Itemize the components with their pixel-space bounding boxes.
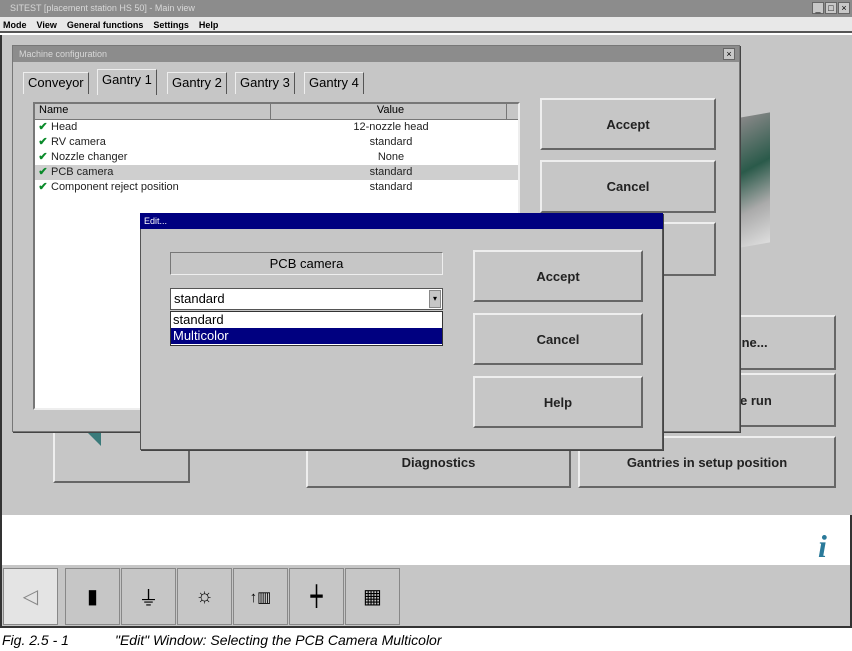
check-icon: ✔ — [38, 181, 48, 193]
minimize-button[interactable]: _ — [812, 2, 824, 14]
config-close-button[interactable]: × — [723, 48, 735, 60]
edit-accept-button[interactable]: Accept — [473, 250, 643, 302]
list-row-selected[interactable]: ✔ PCB camera standard — [35, 165, 518, 180]
check-icon: ✔ — [38, 136, 48, 148]
crosshair-icon[interactable]: ┿ — [289, 568, 344, 625]
list-header: Name Value — [35, 104, 518, 120]
nozzle-icon[interactable]: ⏚ — [121, 568, 176, 625]
check-icon: ✔ — [38, 166, 48, 178]
option-multicolor[interactable]: Multicolor — [171, 328, 442, 344]
column-name[interactable]: Name — [35, 104, 271, 119]
tab-gantry-1[interactable]: Gantry 1 — [97, 69, 157, 95]
list-row[interactable]: ✔ Component reject position standard — [35, 180, 518, 195]
edit-field-label: PCB camera — [170, 252, 443, 275]
figure-caption: "Edit" Window: Selecting the PCB Camera … — [115, 632, 442, 648]
window-title: SITEST [placement station HS 50] - Main … — [0, 0, 852, 17]
list-row[interactable]: ✔ Nozzle changer None — [35, 150, 518, 165]
combo-value: standard — [174, 291, 225, 306]
pcb-camera-combo[interactable]: standard ▾ — [170, 288, 443, 310]
dropdown-arrow-icon[interactable]: ▾ — [429, 290, 441, 308]
grid-icon[interactable]: ▦ — [345, 568, 400, 625]
check-icon: ✔ — [38, 151, 48, 163]
feeder-up-icon[interactable]: ↑▥ — [233, 568, 288, 625]
info-icon[interactable]: i — [818, 528, 844, 564]
edit-dialog-title: Edit... — [140, 213, 663, 229]
edit-cancel-button[interactable]: Cancel — [473, 313, 643, 365]
list-row[interactable]: ✔ RV camera standard — [35, 135, 518, 150]
sun-icon[interactable]: ☼ — [177, 568, 232, 625]
tab-gantry-3[interactable]: Gantry 3 — [235, 72, 295, 94]
config-accept-button[interactable]: Accept — [540, 98, 716, 150]
status-strip — [0, 515, 852, 565]
exclamation-icon[interactable]: ▮ — [65, 568, 120, 625]
tab-gantry-2[interactable]: Gantry 2 — [167, 72, 227, 94]
figure-number: Fig. 2.5 - 1 — [2, 632, 69, 648]
machine-image — [740, 112, 770, 248]
maximize-button[interactable]: □ — [825, 2, 837, 14]
menu-help[interactable]: Help — [199, 17, 219, 31]
config-dialog-title: Machine configuration — [13, 46, 739, 62]
config-cancel-button[interactable]: Cancel — [540, 160, 716, 213]
menu-general-functions[interactable]: General functions — [67, 17, 144, 31]
dropdown-list: standard Multicolor — [170, 311, 443, 346]
tab-conveyor[interactable]: Conveyor — [23, 72, 89, 94]
menu-view[interactable]: View — [37, 17, 57, 31]
menu-mode[interactable]: Mode — [3, 17, 27, 31]
close-button[interactable]: × — [838, 2, 850, 14]
check-icon: ✔ — [38, 121, 48, 133]
column-value[interactable]: Value — [271, 104, 507, 119]
tab-gantry-4[interactable]: Gantry 4 — [304, 72, 364, 94]
back-arrow-icon[interactable]: ◁ — [3, 568, 58, 625]
option-standard[interactable]: standard — [171, 312, 442, 328]
menu-bar: Mode View General functions Settings Hel… — [0, 17, 852, 33]
list-row[interactable]: ✔ Head 12-nozzle head — [35, 120, 518, 135]
edit-help-button[interactable]: Help — [473, 376, 643, 428]
menu-settings[interactable]: Settings — [153, 17, 189, 31]
